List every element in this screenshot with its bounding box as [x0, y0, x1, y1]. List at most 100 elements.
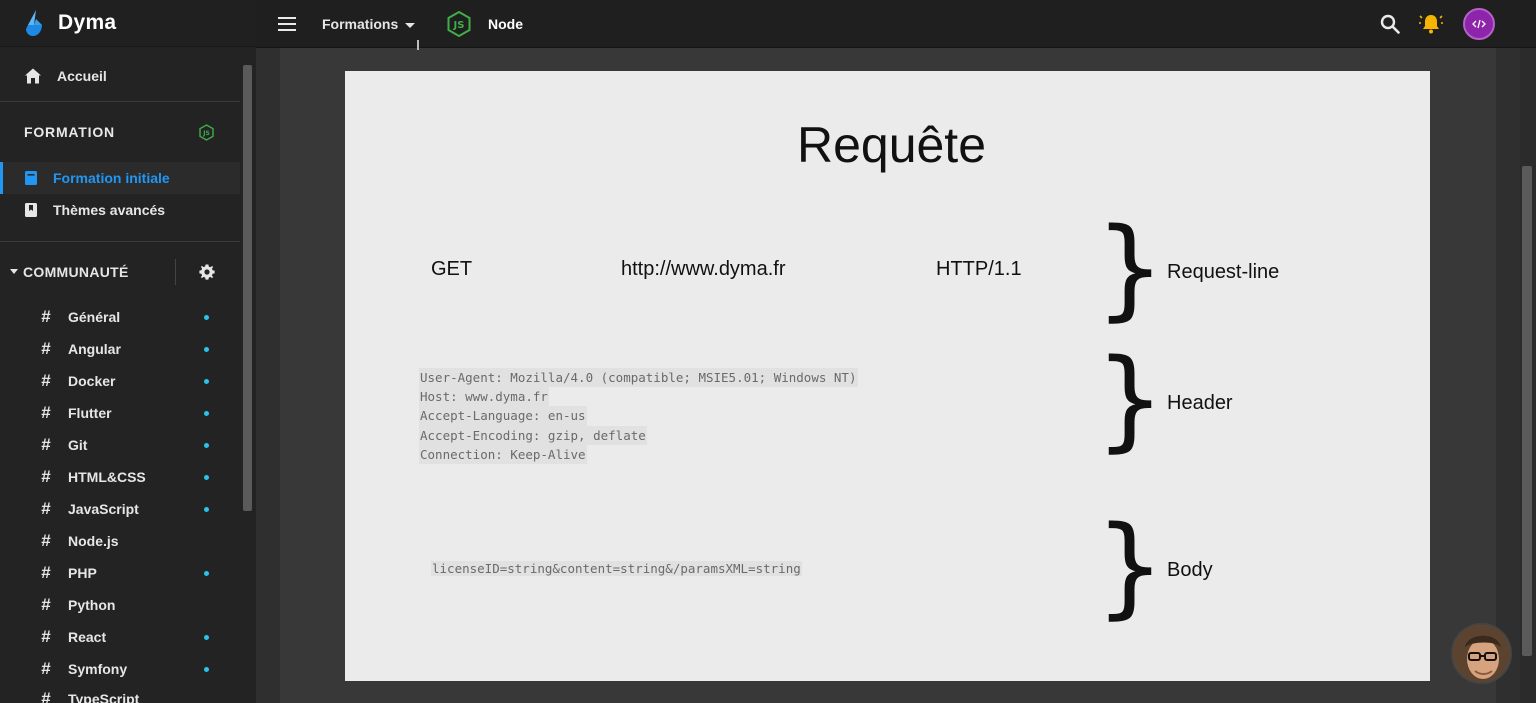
channel-label: Flutter — [68, 405, 112, 421]
sidebar-scroll-area: Accueil FORMATION JS Formation initiale — [0, 47, 240, 703]
sidebar-item-home[interactable]: Accueil — [0, 59, 240, 93]
unread-dot — [204, 667, 209, 672]
channel-label: Node.js — [68, 533, 119, 549]
hash-icon: # — [41, 531, 51, 550]
hash-icon: # — [41, 499, 51, 518]
book-bookmark-icon — [25, 203, 37, 217]
user-avatar-button[interactable] — [1463, 8, 1495, 40]
sidebar-scrollbar-thumb[interactable] — [243, 65, 252, 511]
header-line: Accept-Language: en-us — [419, 406, 587, 426]
hamburger-icon — [278, 17, 296, 19]
divider — [175, 259, 176, 285]
channel-nodejs[interactable]: # Node.js — [0, 525, 240, 557]
curly-brace-icon: } — [1095, 204, 1165, 332]
main-scrollbar-thumb[interactable] — [1522, 166, 1532, 656]
sidebar: Dyma Accueil FORMATION JS Formation init… — [0, 0, 256, 703]
hash-icon: # — [41, 435, 51, 454]
channel-flutter[interactable]: # Flutter — [0, 397, 240, 429]
gear-icon[interactable] — [199, 264, 215, 280]
channel-label: Angular — [68, 341, 121, 357]
unread-dot — [204, 411, 209, 416]
nodejs-icon: JS — [447, 11, 471, 37]
menu-button[interactable] — [278, 14, 300, 34]
header-line: Connection: Keep-Alive — [419, 444, 587, 465]
header-line: Accept-Encoding: gzip, deflate — [419, 425, 647, 445]
brand-name: Dyma — [58, 11, 117, 34]
hash-icon: # — [41, 339, 51, 358]
request-url: http://www.dyma.fr — [621, 258, 786, 280]
svg-text:JS: JS — [202, 130, 210, 137]
code-icon — [1472, 19, 1486, 29]
unread-dot — [204, 443, 209, 448]
caret-down-icon[interactable] — [10, 269, 18, 274]
channel-general[interactable]: # Général — [0, 301, 240, 333]
channel-docker[interactable]: # Docker — [0, 365, 240, 397]
unread-dot — [204, 379, 209, 384]
channel-javascript[interactable]: # JavaScript — [0, 493, 240, 525]
svg-text:JS: JS — [453, 20, 465, 31]
channel-html-css[interactable]: # HTML&CSS — [0, 461, 240, 493]
section-title-formation: FORMATION — [24, 124, 115, 140]
course-item-label: Formation initiale — [53, 170, 170, 186]
book-icon — [25, 171, 37, 185]
label-header: Header — [1167, 392, 1233, 414]
hash-icon: # — [41, 659, 51, 678]
channel-typescript[interactable]: # TypeScript — [0, 683, 240, 703]
instructor-avatar[interactable] — [1451, 623, 1512, 684]
search-icon[interactable] — [1380, 14, 1400, 34]
channel-label: TypeScript — [68, 691, 140, 703]
hash-icon: # — [41, 371, 51, 390]
channel-label: PHP — [68, 565, 97, 581]
channel-label: Git — [68, 437, 88, 453]
lesson-slide: Requête GET http://www.dyma.fr HTTP/1.1 … — [345, 71, 1430, 681]
hamburger-icon — [278, 29, 296, 31]
topbar: Formations JS Node — [256, 0, 1536, 48]
unread-dot — [204, 635, 209, 640]
unread-dot — [204, 347, 209, 352]
formations-dropdown[interactable]: Formations — [322, 16, 416, 32]
channel-label: React — [68, 629, 107, 645]
curly-brace-icon: } — [1095, 502, 1165, 630]
divider — [0, 241, 240, 242]
dyma-logo-icon — [26, 10, 42, 36]
channel-react[interactable]: # React — [0, 621, 240, 653]
hash-icon: # — [41, 307, 51, 326]
caret-down-icon — [405, 22, 416, 28]
bell-icon[interactable] — [1419, 12, 1443, 36]
unread-dot — [204, 571, 209, 576]
course-item-label: Thèmes avancés — [53, 202, 166, 218]
channel-angular[interactable]: # Angular — [0, 333, 240, 365]
unread-dot — [204, 475, 209, 480]
community-label: COMMUNAUTÉ — [23, 264, 129, 280]
channel-label: Symfony — [68, 661, 128, 677]
hash-icon: # — [41, 563, 51, 582]
brand[interactable]: Dyma — [0, 0, 256, 47]
unread-dot — [204, 315, 209, 320]
hash-icon: # — [41, 689, 51, 703]
header-line: Host: www.dyma.fr — [419, 387, 549, 407]
channel-php[interactable]: # PHP — [0, 557, 240, 589]
header-line: User-Agent: Mozilla/4.0 (compatible; MSI… — [419, 368, 858, 388]
formations-label: Formations — [322, 16, 399, 32]
header-lines: User-Agent: Mozilla/4.0 (compatible; MSI… — [419, 368, 858, 465]
home-icon — [25, 68, 41, 84]
hash-icon: # — [41, 595, 51, 614]
channel-label: JavaScript — [68, 501, 139, 517]
request-version: HTTP/1.1 — [936, 258, 1022, 280]
channel-label: Python — [68, 597, 116, 613]
course-title: Node — [488, 16, 523, 32]
curly-brace-icon: } — [1095, 335, 1165, 463]
course-item-themes-avances[interactable]: Thèmes avancés — [0, 194, 240, 226]
body-line: licenseID=string&content=string&/paramsX… — [431, 561, 802, 576]
course-item-formation-initiale[interactable]: Formation initiale — [0, 162, 240, 194]
channel-label: Docker — [68, 373, 116, 389]
channel-python[interactable]: # Python — [0, 589, 240, 621]
channel-symfony[interactable]: # Symfony — [0, 653, 240, 685]
partial-text-fragment — [417, 40, 423, 50]
app-root: Dyma Accueil FORMATION JS Formation init… — [0, 0, 1536, 703]
community-header[interactable]: COMMUNAUTÉ — [0, 257, 240, 287]
hash-icon: # — [41, 467, 51, 486]
hash-icon: # — [41, 627, 51, 646]
channel-git[interactable]: # Git — [0, 429, 240, 461]
divider — [0, 101, 240, 102]
